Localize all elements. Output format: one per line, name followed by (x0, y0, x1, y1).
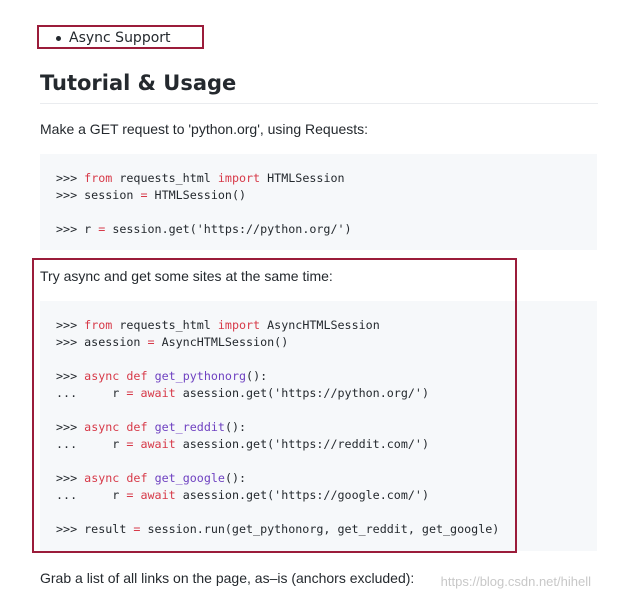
section-heading: Tutorial & Usage (40, 71, 237, 95)
code-token: = (140, 188, 148, 202)
code-token: >>> r (56, 222, 99, 236)
paragraph-grab-links: Grab a list of all links on the page, as… (40, 570, 415, 586)
heading-divider (40, 103, 598, 104)
code-token: HTMLSession (260, 171, 345, 185)
code-token: from (84, 171, 113, 185)
code-token: ) (344, 222, 352, 236)
code-line: >>> r = session.get('https://python.org/… (56, 221, 597, 238)
code-token: HTMLSession() (147, 188, 247, 202)
code-line: >>> session = HTMLSession() (56, 187, 597, 204)
code-line: ​ (56, 204, 597, 221)
highlight-box-async (32, 258, 517, 553)
code-token: session.get( (105, 222, 197, 236)
watermark-text: https://blog.csdn.net/hihell (440, 574, 591, 589)
bullet-item-async-support: Async Support (69, 30, 171, 46)
code-line: >>> from requests_html import HTMLSessio… (56, 170, 597, 187)
paragraph-get-request: Make a GET request to 'python.org', usin… (40, 121, 369, 137)
bullet-dot (56, 36, 61, 41)
code-token: >>> (56, 171, 85, 185)
code-token: >>> session (56, 188, 141, 202)
code-token: 'https://python.org/' (196, 222, 345, 236)
code-block-get-request: >>> from requests_html import HTMLSessio… (40, 154, 597, 250)
code-token: import (217, 171, 261, 185)
code-token: requests_html (112, 171, 218, 185)
